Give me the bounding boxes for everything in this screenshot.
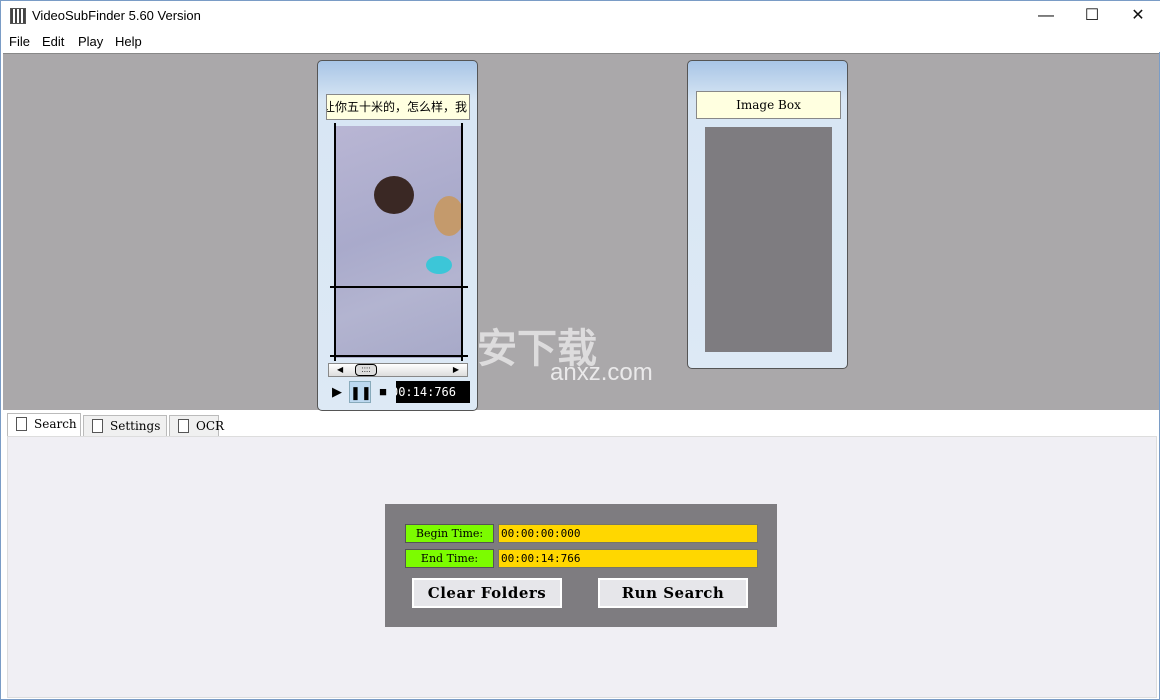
menu-bar: File Edit Play Help	[1, 31, 1160, 52]
crop-line-bottom[interactable]	[330, 355, 468, 357]
image-box-label: Image Box	[696, 91, 841, 119]
menu-play[interactable]: Play	[78, 34, 103, 49]
end-time-field[interactable]: 00:00:14:766	[498, 549, 758, 568]
slider-thumb[interactable]: ::::	[355, 364, 377, 376]
crop-line-top[interactable]	[330, 286, 468, 288]
document-icon	[16, 417, 27, 431]
tab-search[interactable]: Search	[7, 413, 81, 436]
play-button[interactable]: ▶	[326, 381, 348, 403]
clear-folders-button[interactable]: Clear Folders	[412, 578, 562, 608]
scroll-left-icon[interactable]: ◀	[337, 365, 343, 374]
video-panel: 让你五十米的，怎么样，我 ◀ :::: ▶ ▶ ❚❚ ■ 0:00:14:766	[317, 60, 478, 411]
work-area: 让你五十米的，怎么样，我 ◀ :::: ▶ ▶ ❚❚ ■ 0:00:14:766…	[3, 53, 1159, 411]
begin-time-label: Begin Time:	[405, 524, 494, 543]
tab-bar: Search Settings OCR	[3, 412, 1159, 436]
crop-line-right[interactable]	[461, 123, 463, 361]
time-display: 0:00:14:766	[396, 381, 470, 403]
pause-button[interactable]: ❚❚	[349, 381, 372, 403]
tab-settings[interactable]: Settings	[83, 415, 167, 436]
app-icon	[10, 8, 26, 24]
begin-time-field[interactable]: 00:00:00:000	[498, 524, 758, 543]
menu-file[interactable]: File	[9, 34, 30, 49]
watermark-sub: anxz.com	[550, 359, 653, 386]
search-panel: Begin Time: 00:00:00:000 End Time: 00:00…	[385, 504, 777, 627]
video-position-slider[interactable]: ◀ :::: ▶	[328, 363, 468, 377]
subtitle-preview: 让你五十米的，怎么样，我	[326, 94, 470, 120]
video-content	[374, 176, 414, 214]
menu-help[interactable]: Help	[115, 34, 142, 49]
run-search-button[interactable]: Run Search	[598, 578, 748, 608]
tab-ocr[interactable]: OCR	[169, 415, 224, 436]
tab-label: Search	[34, 417, 77, 431]
document-icon	[178, 419, 189, 433]
tab-label: OCR	[196, 419, 225, 433]
crop-line-left[interactable]	[334, 123, 336, 361]
video-content-3	[426, 256, 452, 274]
maximize-button[interactable]: ☐	[1069, 1, 1115, 31]
title-bar: VideoSubFinder 5.60 Version — ☐ ✕	[1, 1, 1160, 31]
video-frame	[334, 126, 462, 358]
image-panel: Image Box	[687, 60, 848, 369]
minimize-button[interactable]: —	[1023, 1, 1069, 31]
stop-button[interactable]: ■	[372, 381, 394, 403]
menu-edit[interactable]: Edit	[42, 34, 64, 49]
close-button[interactable]: ✕	[1115, 1, 1160, 31]
image-area	[705, 127, 832, 352]
scroll-right-icon[interactable]: ▶	[453, 365, 459, 374]
video-content-2	[434, 196, 462, 236]
window-title: VideoSubFinder 5.60 Version	[32, 8, 201, 23]
document-icon	[92, 419, 103, 433]
end-time-label: End Time:	[405, 549, 494, 568]
tab-label: Settings	[110, 419, 161, 433]
